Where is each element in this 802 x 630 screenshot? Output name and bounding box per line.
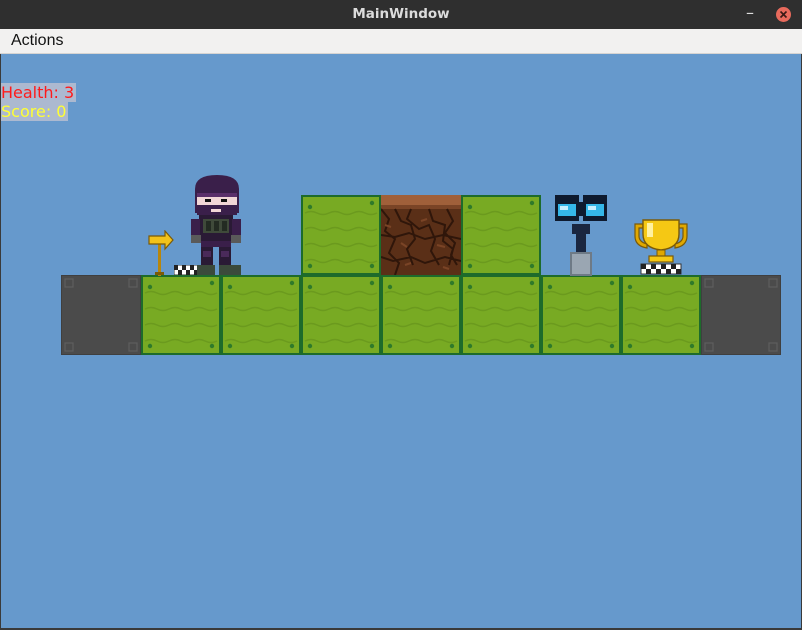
window-title: MainWindow — [352, 6, 450, 22]
menu-actions[interactable]: Actions — [4, 29, 70, 53]
stone-block-right — [701, 275, 781, 355]
grass-block-raised — [301, 195, 381, 275]
window-titlebar: MainWindow – — [0, 0, 802, 29]
ninja-player-icon — [191, 175, 241, 275]
grass-block — [221, 275, 301, 355]
health-display: Health: 3 — [1, 83, 77, 102]
binocular-checkpoint-icon — [555, 195, 607, 276]
game-scene[interactable]: Health: 3 Score: 0 — [1, 54, 801, 628]
grass-block — [301, 275, 381, 355]
grass-block-raised — [461, 195, 541, 275]
trophy-icon — [634, 219, 688, 275]
grass-block — [141, 275, 221, 355]
dirt-block-raised — [381, 195, 461, 275]
arrow-sign-icon — [148, 230, 174, 276]
score-display: Score: 0 — [1, 102, 69, 121]
grass-block — [381, 275, 461, 355]
menu-bar: Actions — [0, 29, 802, 54]
stone-block-left — [61, 275, 141, 355]
grass-block — [621, 275, 701, 355]
minimize-icon[interactable]: – — [742, 3, 758, 23]
close-icon[interactable] — [776, 7, 791, 22]
grass-block — [541, 275, 621, 355]
grass-block — [461, 275, 541, 355]
